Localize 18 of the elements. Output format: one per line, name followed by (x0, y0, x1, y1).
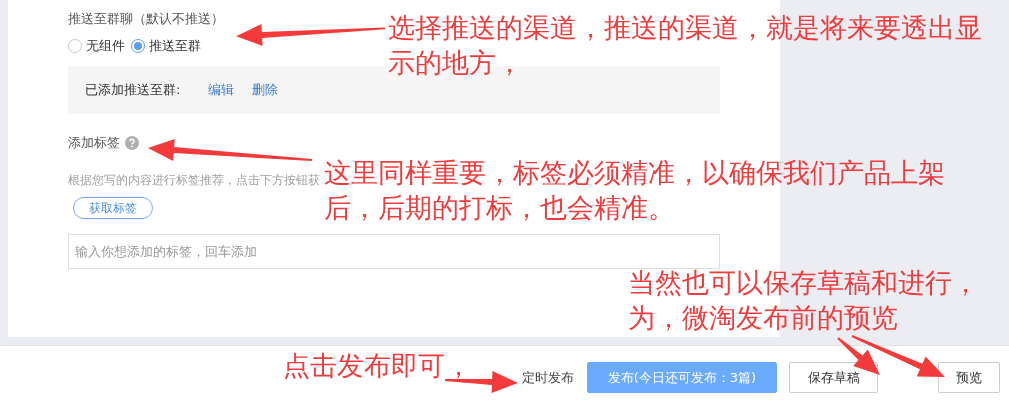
tag-input[interactable]: 输入你想添加的标签，回车添加 (68, 234, 720, 269)
save-draft-button[interactable]: 保存草稿 (789, 362, 878, 393)
hint-text: 根据您写的内容进行标签推荐，点击下方按钮获 (68, 172, 320, 189)
annotation-text: 当然也可以保存草稿和进行，为，微淘发布前的预览 (628, 266, 980, 335)
annotation-text: 点击发布即可， (283, 349, 473, 383)
schedule-link[interactable]: 定时发布 (522, 368, 587, 387)
fetch-tags-button[interactable]: 获取标签 (73, 197, 153, 219)
action-link[interactable]: 删除 (252, 81, 278, 99)
radio-option[interactable]: 无组件 (68, 37, 125, 55)
help-icon[interactable] (125, 136, 139, 150)
tags-title: 添加标签 (68, 134, 120, 152)
action-link[interactable]: 编辑 (208, 81, 234, 99)
radio-option[interactable]: 推送至群 (131, 37, 201, 55)
push-title: 推送至群聊（默认不推送） (68, 10, 224, 28)
added-label: 已添加推送至群: (85, 81, 182, 99)
annotation-text: 选择推送的渠道，推送的渠道，就是将来要透出显示的地方， (388, 11, 983, 80)
preview-button[interactable]: 预览 (938, 362, 1000, 393)
annotation-text: 这里同样重要，标签必须精准，以确保我们产品上架后，后期的打标，也会精准。 (324, 156, 946, 225)
